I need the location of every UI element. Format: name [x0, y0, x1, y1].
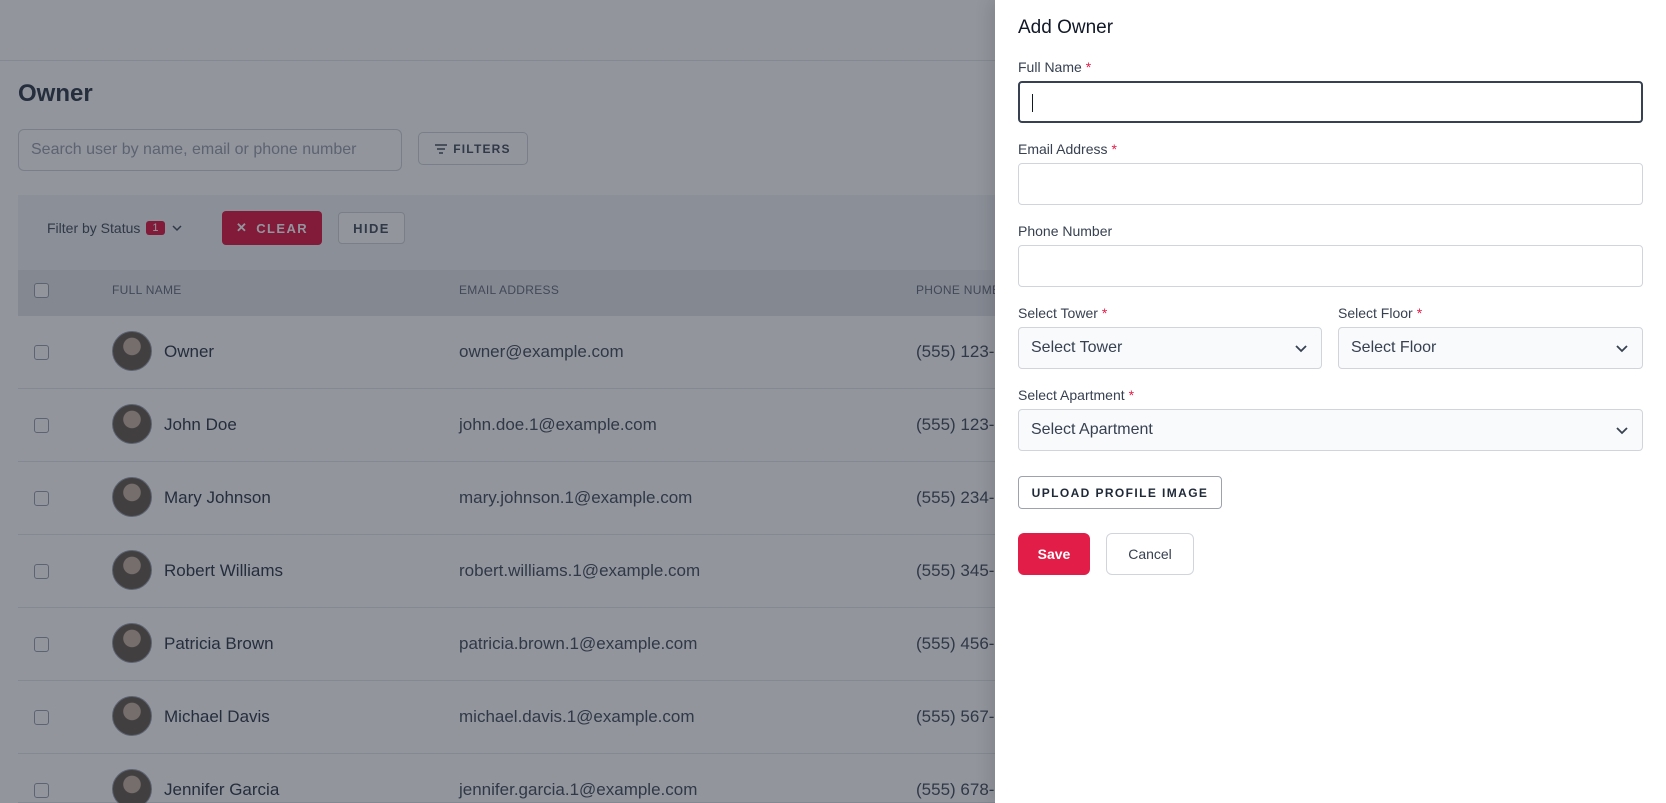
- upload-profile-image-button[interactable]: UPLOAD PROFILE IMAGE: [1018, 476, 1222, 509]
- full-name-input[interactable]: [1018, 81, 1643, 123]
- email-input[interactable]: [1018, 163, 1643, 205]
- drawer-title: Add Owner: [1018, 17, 1114, 38]
- chevron-down-icon: [1616, 427, 1628, 435]
- apartment-select-value: Select Apartment: [1031, 421, 1153, 438]
- required-mark: *: [1101, 305, 1108, 321]
- chevron-down-icon: [1616, 345, 1628, 353]
- floor-select[interactable]: Select Floor: [1338, 327, 1643, 369]
- required-mark: *: [1128, 387, 1135, 403]
- floor-label-text: Select Floor: [1338, 305, 1413, 321]
- phone-label: Phone Number: [1018, 223, 1112, 239]
- phone-label-text: Phone Number: [1018, 223, 1113, 239]
- required-mark: *: [1111, 141, 1117, 157]
- floor-label: Select Floor *: [1338, 305, 1422, 321]
- text-cursor: [1032, 94, 1033, 112]
- full-name-label: Full Name *: [1018, 59, 1091, 75]
- tower-label-text: Select Tower: [1018, 305, 1098, 321]
- floor-select-value: Select Floor: [1351, 339, 1437, 356]
- phone-input[interactable]: [1018, 245, 1643, 287]
- email-label-text: Email Address: [1018, 141, 1108, 157]
- required-mark: *: [1085, 59, 1092, 75]
- full-name-label-text: Full Name: [1018, 59, 1082, 75]
- required-mark: *: [1416, 305, 1423, 321]
- apartment-label-text: Select Apartment: [1018, 387, 1125, 403]
- tower-label: Select Tower *: [1018, 305, 1107, 321]
- modal-backdrop[interactable]: [0, 0, 995, 803]
- apartment-label: Select Apartment *: [1018, 387, 1134, 403]
- save-button[interactable]: Save: [1018, 533, 1090, 575]
- apartment-select[interactable]: Select Apartment: [1018, 409, 1643, 451]
- email-label: Email Address *: [1018, 141, 1117, 157]
- cancel-button[interactable]: Cancel: [1106, 533, 1194, 575]
- tower-select-value: Select Tower: [1031, 339, 1123, 356]
- tower-select[interactable]: Select Tower: [1018, 327, 1322, 369]
- chevron-down-icon: [1295, 345, 1307, 353]
